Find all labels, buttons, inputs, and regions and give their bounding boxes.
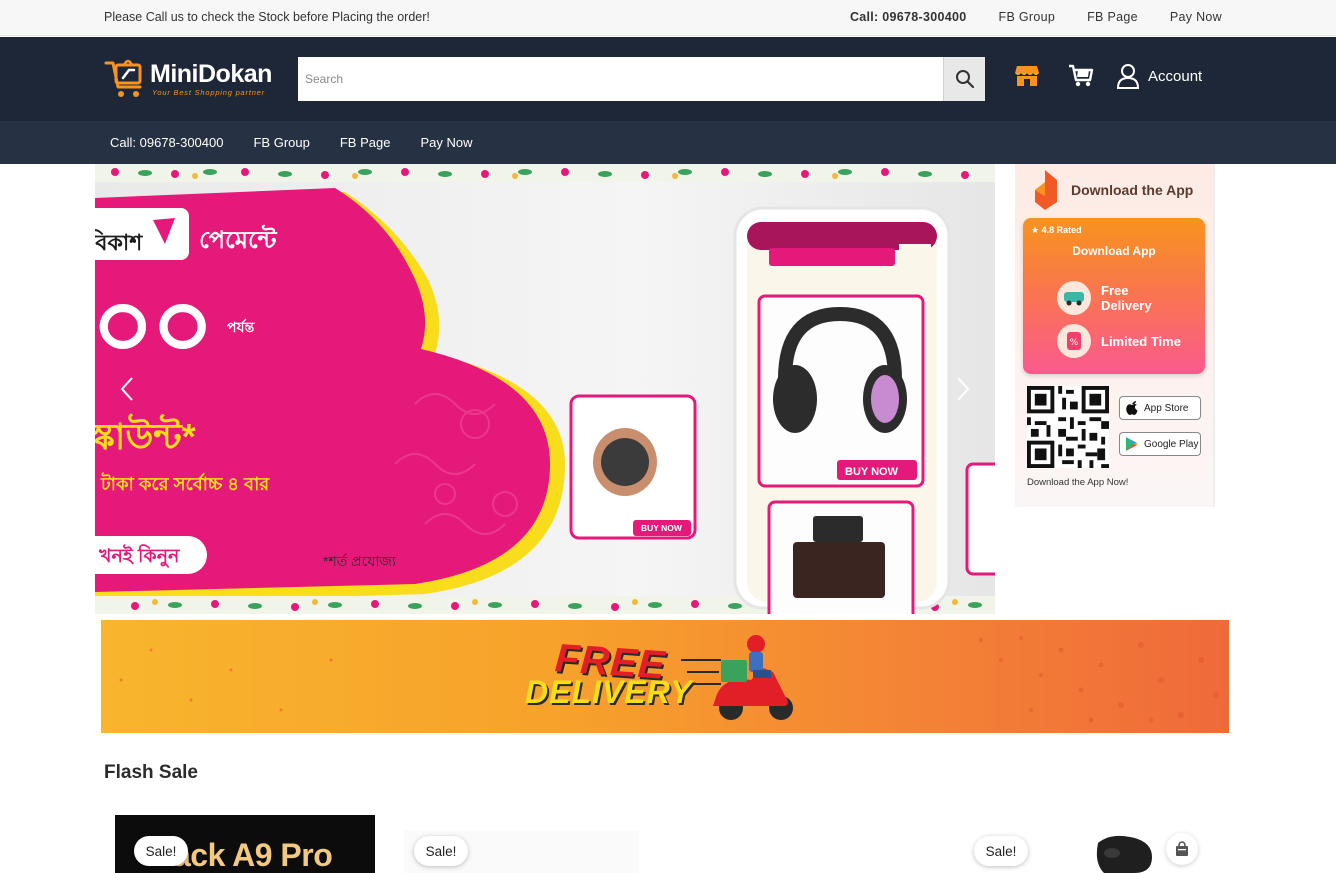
feature-free-delivery-label: Free Delivery — [1101, 283, 1152, 313]
hero-buy-now-small-label: BUY NOW — [641, 523, 682, 533]
feature-limited-time: % Limited Time — [1057, 324, 1181, 358]
sale-badge: Sale! — [134, 836, 188, 866]
qr-code — [1027, 386, 1109, 468]
google-play-icon — [1126, 437, 1138, 451]
free-delivery-line2: DELIVERY — [525, 674, 693, 710]
stock-notice: Please Call us to check the Stock before… — [104, 10, 430, 24]
top-info-bar: Please Call us to check the Stock before… — [0, 0, 1336, 36]
header-actions: Account — [1012, 61, 1202, 91]
cart-icon — [1069, 64, 1094, 87]
hero-slider[interactable]: বিকাশ পেমেন্টে ০০ পর্যন্ত স্কাউন্ট* টাকা… — [95, 164, 995, 614]
cart-button[interactable] — [1066, 61, 1096, 91]
top-link-call[interactable]: Call: 09678-300400 — [850, 10, 967, 24]
slider-next-button[interactable] — [951, 372, 975, 406]
top-link-fb-group[interactable]: FB Group — [999, 10, 1056, 24]
app-promo-panel: Download the App ★ 4.8 Rated Download Ap… — [1015, 164, 1215, 507]
google-play-label: Google Play — [1144, 438, 1199, 450]
svg-text:%: % — [1070, 338, 1079, 348]
hero-buy-now-label: BUY NOW — [845, 466, 898, 478]
nav-bar: Call: 09678-300400 FB Group FB Page Pay … — [0, 121, 1336, 164]
main-header: MiniDokan Your Best Shopping partner Sea… — [0, 37, 1336, 121]
account-button[interactable]: Account — [1116, 63, 1202, 89]
store-button[interactable] — [1012, 61, 1042, 91]
hero-subline-text: টাকা করে সর্বোচ্চ ৪ বার — [101, 474, 270, 494]
slider-prev-button[interactable] — [115, 372, 139, 406]
rating-badge: ★ 4.8 Rated — [1031, 225, 1082, 235]
earbuds-product-image[interactable] — [1090, 833, 1162, 873]
delivery-truck-icon — [1057, 281, 1091, 315]
flash-sale-title: Flash Sale — [104, 762, 198, 783]
nav-link-fb-page[interactable]: FB Page — [340, 135, 391, 150]
google-play-button[interactable]: Google Play — [1119, 432, 1201, 456]
discount-tag-icon: % — [1057, 324, 1091, 358]
logo-tagline: Your Best Shopping partner — [152, 88, 265, 97]
search-bar — [298, 57, 985, 101]
feature-free-delivery: Free Delivery — [1057, 281, 1181, 315]
top-link-pay-now[interactable]: Pay Now — [1170, 10, 1222, 24]
logo-wordmark: MiniDokan — [150, 60, 272, 88]
hero-cta-text[interactable]: খনই কিনুন — [99, 542, 179, 574]
sale-badge: Sale! — [414, 836, 468, 866]
add-to-cart-button[interactable] — [1166, 833, 1198, 865]
hero-payment-text: পেমেন্টে — [199, 227, 277, 254]
nav-link-fb-group[interactable]: FB Group — [253, 135, 309, 150]
product-image-text: ack A9 Pro — [173, 837, 333, 873]
hero-terms-text: *শর্ত প্রযোজ্য — [323, 553, 396, 569]
sale-badge: Sale! — [974, 836, 1028, 866]
nav-link-pay-now[interactable]: Pay Now — [420, 135, 472, 150]
app-promo-title: Download the App — [1071, 182, 1194, 198]
app-logo-icon — [1035, 170, 1057, 210]
search-input[interactable] — [298, 57, 943, 101]
chevron-left-icon — [120, 377, 133, 401]
nav-link-call[interactable]: Call: 09678-300400 — [110, 135, 223, 150]
search-icon — [955, 70, 974, 89]
hero-discount-text: স্কাউন্ট* — [95, 416, 196, 457]
user-icon — [1116, 64, 1140, 89]
hero-brand-text: বিকাশ — [95, 230, 143, 255]
app-store-button[interactable]: App Store — [1119, 396, 1201, 420]
shopping-bag-icon — [1176, 841, 1188, 856]
download-app-card[interactable]: ★ 4.8 Rated Download App Free Delivery %… — [1023, 218, 1205, 374]
download-app-label: Download App — [1072, 244, 1156, 258]
chevron-right-icon — [957, 377, 970, 401]
free-delivery-banner[interactable]: FREE DELIVERY — [101, 620, 1229, 733]
hero-amount-text: ০০ — [95, 270, 214, 380]
top-links: Call: 09678-300400 FB Group FB Page Pay … — [850, 10, 1222, 24]
download-app-now-text: Download the App Now! — [1027, 477, 1129, 488]
store-icon — [1015, 66, 1039, 86]
search-button[interactable] — [943, 57, 985, 101]
logo-cart-icon — [104, 59, 142, 97]
hero-upto-text: পর্যন্ত — [227, 319, 255, 335]
account-label: Account — [1148, 67, 1203, 85]
app-store-label: App Store — [1144, 402, 1189, 414]
apple-icon — [1126, 401, 1138, 415]
site-logo[interactable]: MiniDokan Your Best Shopping partner — [104, 57, 279, 103]
feature-limited-time-label: Limited Time — [1101, 333, 1181, 349]
top-link-fb-page[interactable]: FB Page — [1087, 10, 1138, 24]
